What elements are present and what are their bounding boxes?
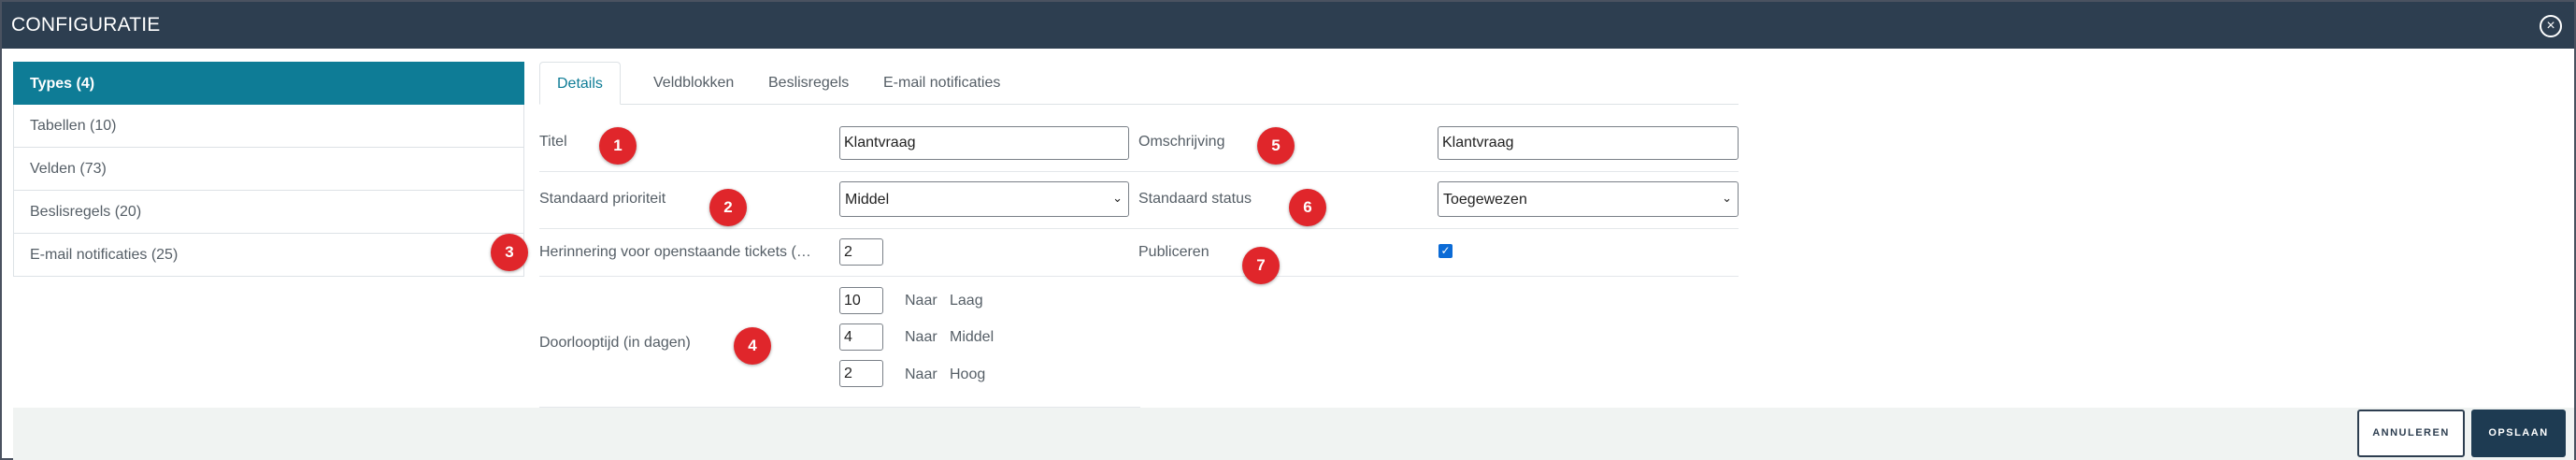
tab-bar: Details Veldblokken Beslisregels E-mail … [539,62,1739,105]
chevron-down-icon: ⌄ [1112,191,1123,205]
naar-label: Naar [905,367,937,382]
close-icon[interactable]: × [2540,15,2562,37]
annotation-marker-3: 3 [491,234,528,271]
row-divider [539,276,1739,277]
tab-beslisregels[interactable]: Beslisregels [751,62,866,105]
sidebar-item-email-notificaties[interactable]: E-mail notificaties (25) [13,234,524,277]
modal-footer [13,408,2574,460]
titel-label: Titel [539,134,567,150]
sidebar: Types (4) Tabellen (10) Velden (73) Besl… [13,62,524,277]
status-select[interactable]: Toegewezen ⌄ [1438,181,1739,217]
doorlooptijd-label: Doorlooptijd (in dagen) [539,335,691,351]
annotation-marker-6: 6 [1289,189,1326,226]
prioriteit-value: Middel [845,192,890,208]
annotation-marker-2: 2 [709,189,747,226]
annotation-marker-4: 4 [734,327,771,365]
annotation-marker-7: 7 [1242,247,1280,284]
tab-email-notificaties[interactable]: E-mail notificaties [866,62,1017,105]
titel-input[interactable] [839,126,1129,160]
naar-label: Naar [905,293,937,309]
omschrijving-label: Omschrijving [1138,134,1225,150]
level-label-laag: Laag [950,293,983,309]
tab-details[interactable]: Details [539,62,621,105]
sidebar-item-beslisregels[interactable]: Beslisregels (20) [13,191,524,234]
naar-label: Naar [905,329,937,345]
doorlooptijd-laag-input[interactable] [839,287,883,314]
status-value: Toegewezen [1443,192,1527,208]
herinnering-input[interactable] [839,238,883,266]
modal-title: CONFIGURATIE [11,14,161,36]
level-label-middel: Middel [950,329,995,345]
status-label: Standaard status [1138,191,1252,207]
row-divider [539,171,1739,172]
prioriteit-select[interactable]: Middel ⌄ [839,181,1129,217]
modal-header: CONFIGURATIE × [2,2,2574,49]
level-label-hoog: Hoog [950,367,986,382]
sidebar-item-velden[interactable]: Velden (73) [13,148,524,191]
save-button[interactable]: OPSLAAN [2471,410,2566,457]
sidebar-item-types[interactable]: Types (4) [13,62,524,105]
configuration-modal: CONFIGURATIE × Types (4) Tabellen (10) V… [0,0,2576,460]
omschrijving-input[interactable] [1438,126,1739,160]
row-divider [539,228,1739,229]
doorlooptijd-hoog-input[interactable] [839,360,883,387]
doorlooptijd-middel-input[interactable] [839,323,883,351]
annotation-marker-5: 5 [1257,127,1295,165]
herinnering-label: Herinnering voor openstaande tickets (… [539,244,811,260]
publiceren-checkbox[interactable]: ✓ [1438,244,1453,258]
publiceren-label: Publiceren [1138,244,1209,260]
tab-veldblokken[interactable]: Veldblokken [637,62,751,105]
prioriteit-label: Standaard prioriteit [539,191,666,207]
annotation-marker-1: 1 [599,127,637,165]
cancel-button[interactable]: ANNULEREN [2357,410,2465,457]
chevron-down-icon: ⌄ [1722,191,1732,205]
sidebar-item-tabellen[interactable]: Tabellen (10) [13,105,524,148]
